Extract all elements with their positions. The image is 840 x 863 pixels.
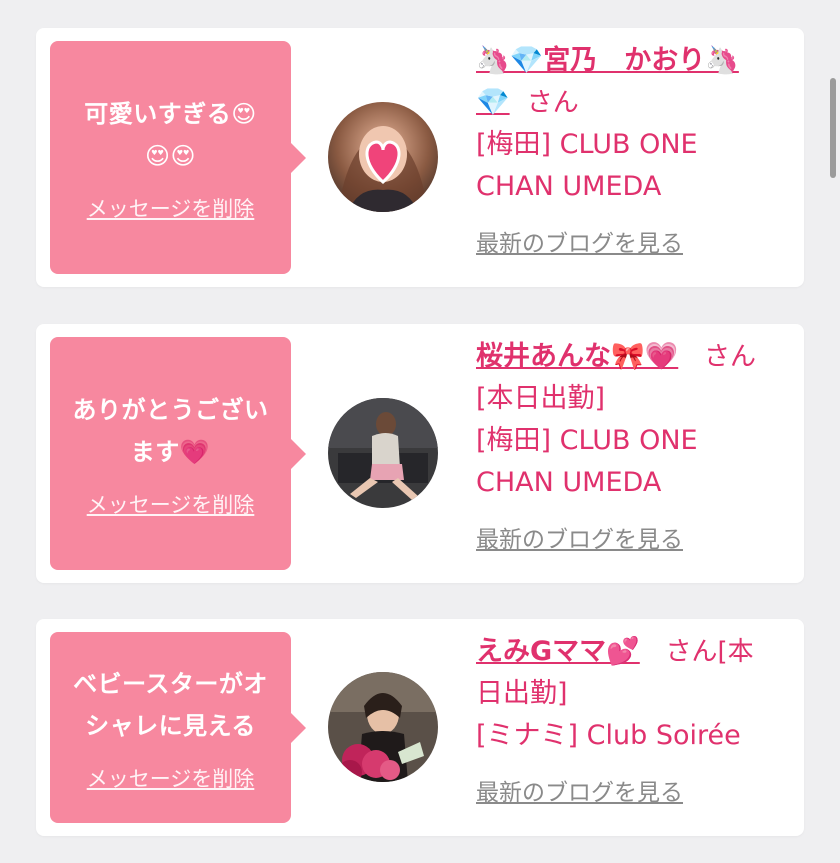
honorific: さん xyxy=(526,88,579,118)
latest-blog-link[interactable]: 最新のブログを見る xyxy=(476,772,683,814)
message-line: 😍😍 xyxy=(144,141,197,170)
blog-row: 最新のブログを見る xyxy=(476,222,788,265)
heart-sticker-portrait-icon xyxy=(328,102,438,212)
delete-message-link[interactable]: メッセージを削除 xyxy=(87,489,255,519)
avatar[interactable] xyxy=(328,672,438,782)
message-bubble: 可愛いすぎる😍 😍😍 メッセージを削除 xyxy=(50,41,306,274)
shop-name: CHAN UMEDA xyxy=(476,171,662,202)
work-status: 日出勤] xyxy=(476,678,568,709)
name-line: 💎 さん xyxy=(476,82,788,124)
work-status: [本日出勤] xyxy=(476,383,606,414)
message-text: ベビースターがオ シャレに見える xyxy=(63,663,278,747)
message-bubble: ベビースターがオ シャレに見える メッセージを削除 xyxy=(50,632,306,823)
message-line: ベビースターがオ xyxy=(73,669,268,698)
honorific: さん[本 xyxy=(665,637,754,667)
honorific: さん xyxy=(704,342,757,372)
message-card: 可愛いすぎる😍 😍😍 メッセージを削除 🦄💎宮乃 かおり🦄 💎 さん [梅田] … xyxy=(36,28,804,287)
cast-info: 🦄💎宮乃 かおり🦄 💎 さん [梅田] CLUB ONE CHAN UMEDA … xyxy=(476,40,788,265)
woman-with-bouquet-portrait-icon xyxy=(328,672,438,782)
shop-name: CHAN UMEDA xyxy=(476,467,662,498)
message-card: ベビースターがオ シャレに見える メッセージを削除 えみGママ💕 さん[本 日出… xyxy=(36,619,804,836)
avatar[interactable] xyxy=(328,398,438,508)
name-line: えみGママ💕 さん[本 xyxy=(476,631,788,673)
delete-message-link[interactable]: メッセージを削除 xyxy=(87,763,255,793)
cast-name-link[interactable]: 桜井あんな🎀💗 xyxy=(476,341,678,372)
avatar[interactable] xyxy=(328,102,438,212)
message-line: ます💗 xyxy=(130,437,211,466)
message-text: 可愛いすぎる😍 😍😍 xyxy=(74,93,267,177)
message-line: 可愛いすぎる😍 xyxy=(84,99,257,128)
latest-blog-link[interactable]: 最新のブログを見る xyxy=(476,519,683,561)
cast-name-link[interactable]: 🦄💎宮乃 かおり🦄 xyxy=(476,45,739,76)
delete-message-link[interactable]: メッセージを削除 xyxy=(87,193,255,223)
cast-info: 桜井あんな🎀💗 さん [本日出勤] [梅田] CLUB ONE CHAN UME… xyxy=(476,336,788,561)
shop-name: [ミナミ] Club Soirée xyxy=(476,720,741,751)
blog-row: 最新のブログを見る xyxy=(476,771,788,814)
message-card: ありがとうござい ます💗 メッセージを削除 桜井あんな🎀💗 さん [本日出勤] … xyxy=(36,324,804,583)
message-line: ありがとうござい xyxy=(72,395,269,424)
cast-name-link[interactable]: えみGママ💕 xyxy=(476,636,640,667)
latest-blog-link[interactable]: 最新のブログを見る xyxy=(476,223,683,265)
message-bubble: ありがとうござい ます💗 メッセージを削除 xyxy=(50,337,306,570)
shop-name: [梅田] CLUB ONE xyxy=(476,129,698,160)
cast-name-link[interactable]: 💎 xyxy=(476,87,510,118)
name-line: 桜井あんな🎀💗 さん xyxy=(476,336,788,378)
message-text: ありがとうござい ます💗 xyxy=(63,389,279,473)
scrollbar[interactable] xyxy=(830,78,836,178)
seated-woman-portrait-icon xyxy=(328,398,438,508)
blog-row: 最新のブログを見る xyxy=(476,518,788,561)
name-line: 🦄💎宮乃 かおり🦄 xyxy=(476,40,788,82)
message-line: シャレに見える xyxy=(85,711,256,740)
shop-name: [梅田] CLUB ONE xyxy=(476,425,698,456)
cast-info: えみGママ💕 さん[本 日出勤] [ミナミ] Club Soirée 最新のブロ… xyxy=(476,631,788,814)
